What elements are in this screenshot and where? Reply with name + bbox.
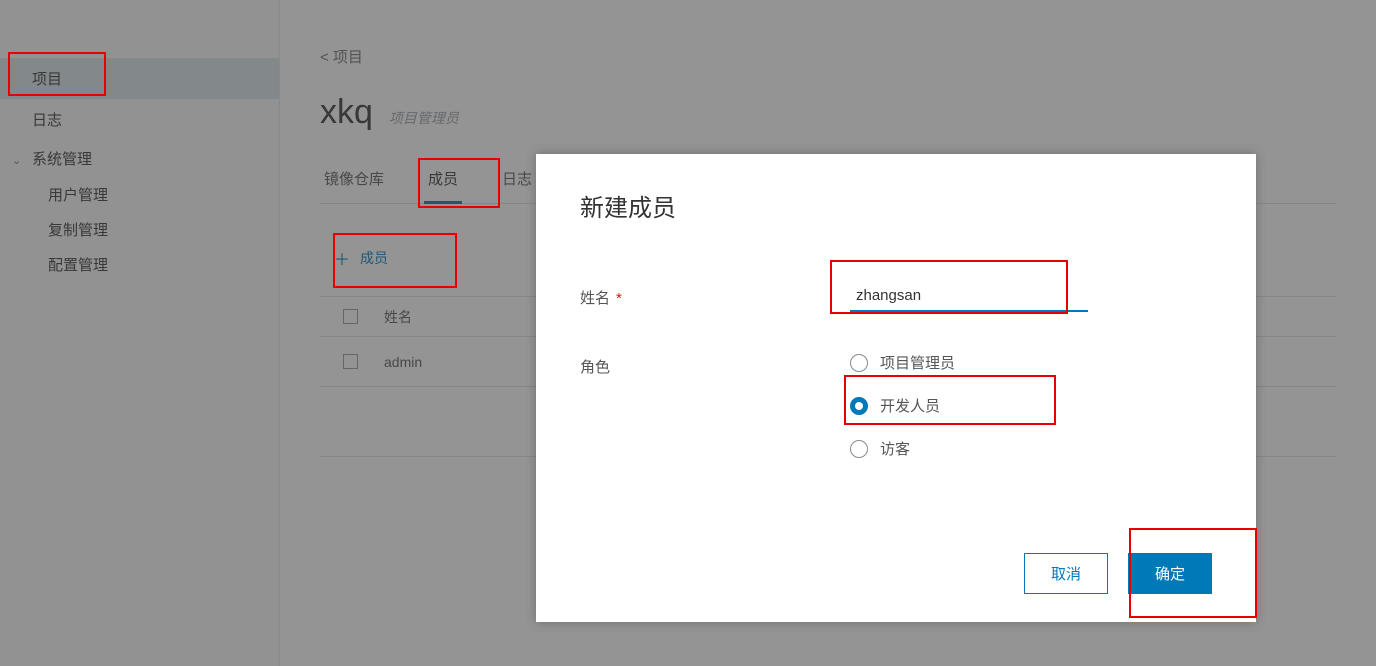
radio-label: 访客	[880, 438, 910, 459]
role-label: 角色	[580, 352, 850, 377]
cancel-button[interactable]: 取消	[1024, 553, 1108, 594]
role-radio-developer[interactable]: 开发人员	[850, 395, 1212, 416]
radio-label: 项目管理员	[880, 352, 955, 373]
role-radio-admin[interactable]: 项目管理员	[850, 352, 1212, 373]
radio-icon	[850, 354, 868, 372]
add-member-modal: 新建成员 姓名* 角色 项目管理员 开发人员	[536, 154, 1256, 622]
name-label: 姓名*	[580, 283, 850, 308]
radio-icon	[850, 440, 868, 458]
ok-button[interactable]: 确定	[1128, 553, 1212, 594]
radio-icon	[850, 397, 868, 415]
name-input[interactable]	[850, 283, 1088, 312]
radio-label: 开发人员	[880, 395, 940, 416]
required-mark: *	[616, 290, 622, 307]
modal-title: 新建成员	[580, 188, 1212, 223]
role-radio-guest[interactable]: 访客	[850, 438, 1212, 459]
